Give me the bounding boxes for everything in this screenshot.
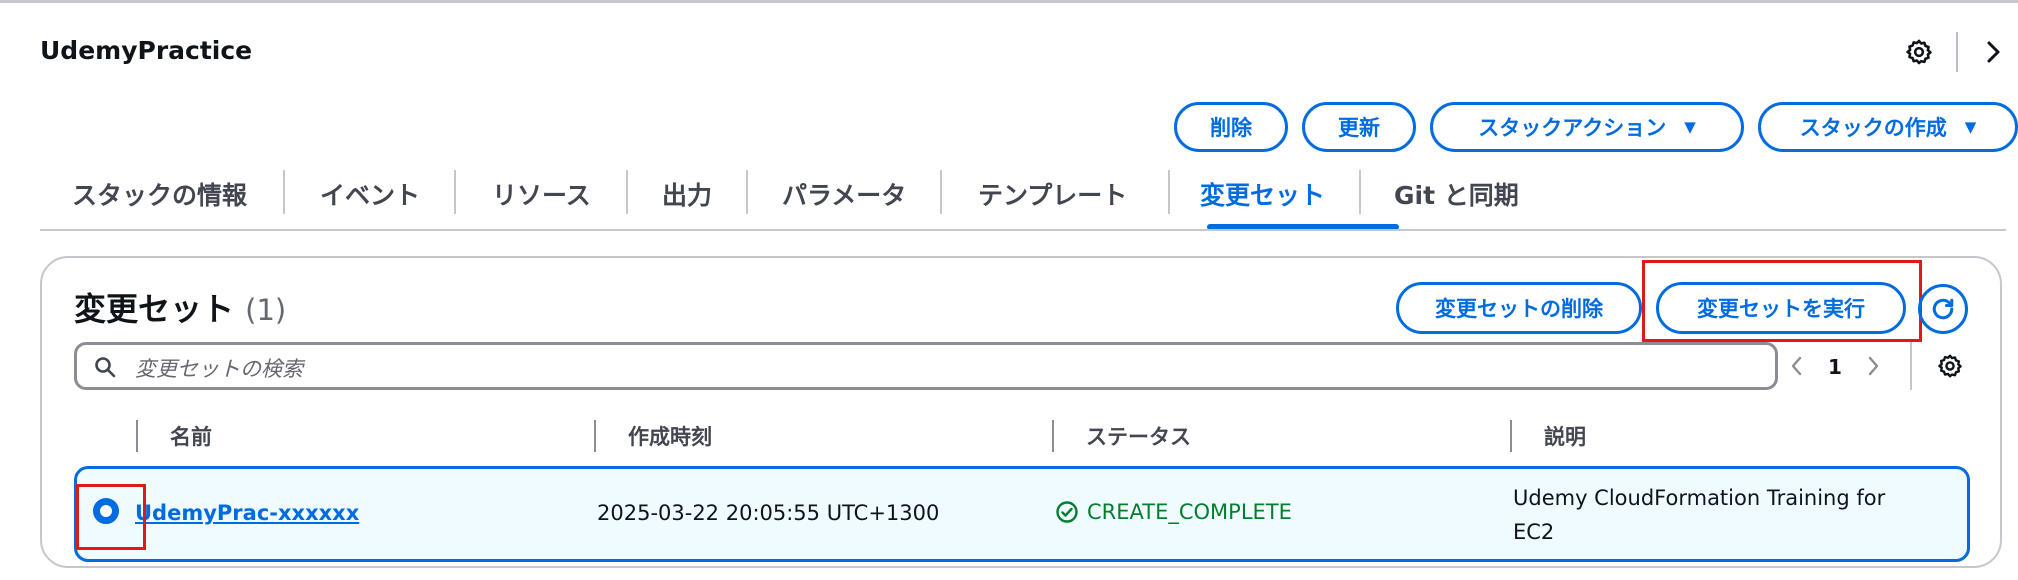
caret-down-icon: ▼ xyxy=(1684,118,1696,136)
column-divider[interactable] xyxy=(1510,420,1512,452)
tab-divider xyxy=(626,170,628,214)
created-time: 2025-03-22 20:05:55 UTC+1300 xyxy=(597,501,940,525)
row-select-radio[interactable] xyxy=(93,498,119,524)
tab-divider xyxy=(940,170,942,214)
delete-stack-button[interactable]: 削除 xyxy=(1174,102,1288,152)
tab-events[interactable]: イベント xyxy=(320,168,420,220)
column-divider[interactable] xyxy=(594,420,596,452)
column-header-name[interactable]: 名前 xyxy=(170,418,212,456)
search-icon xyxy=(95,357,116,378)
create-stack-label: スタックの作成 xyxy=(1799,116,1947,140)
tab-divider xyxy=(454,170,456,214)
tab-divider xyxy=(746,170,748,214)
gear-icon[interactable] xyxy=(1903,36,1935,68)
status-badge: CREATE_COMPLETE xyxy=(1055,500,1292,524)
update-stack-button[interactable]: 更新 xyxy=(1302,102,1416,152)
divider xyxy=(1910,342,1912,390)
column-divider[interactable] xyxy=(1052,420,1054,452)
tab-template[interactable]: テンプレート xyxy=(978,168,1127,220)
caret-down-icon: ▼ xyxy=(1964,118,1977,136)
tab-parameters[interactable]: パラメータ xyxy=(782,168,906,220)
column-header-status[interactable]: ステータス xyxy=(1086,418,1191,456)
tabs-divider xyxy=(40,229,2006,231)
execute-change-set-button[interactable]: 変更セットを実行 xyxy=(1656,282,1906,334)
column-header-created[interactable]: 作成時刻 xyxy=(628,418,712,456)
change-set-count: (1) xyxy=(245,293,287,327)
change-sets-panel: 変更セット (1) 変更セットの削除 変更セットを実行 変更セットの検索 1 名… xyxy=(40,256,2002,568)
top-border xyxy=(0,0,2018,3)
page-number[interactable]: 1 xyxy=(1820,350,1850,384)
tab-divider xyxy=(283,170,285,214)
chevron-right-icon[interactable] xyxy=(1978,34,2008,70)
create-stack-dropdown[interactable]: スタックの作成 ▼ xyxy=(1758,102,2018,152)
column-divider xyxy=(136,420,138,452)
panel-title: 変更セット (1) xyxy=(74,284,286,330)
search-input[interactable]: 変更セットの検索 xyxy=(74,342,1778,390)
panel-title-text: 変更セット xyxy=(74,290,235,328)
tab-change-sets[interactable]: 変更セット xyxy=(1200,168,1325,220)
stack-actions-label: スタックアクション xyxy=(1478,116,1667,140)
refresh-icon xyxy=(1932,298,1954,320)
tab-divider xyxy=(1359,170,1361,214)
tab-resources[interactable]: リソース xyxy=(492,168,591,220)
column-header-description[interactable]: 説明 xyxy=(1544,418,1586,456)
stack-actions-dropdown[interactable]: スタックアクション ▼ xyxy=(1430,102,1744,152)
divider xyxy=(1956,32,1958,72)
stack-tabs: スタックの情報 イベント リソース 出力 パラメータ テンプレート 変更セット … xyxy=(40,168,2006,230)
gear-icon[interactable] xyxy=(1932,348,1968,384)
tab-git-sync[interactable]: Git と同期 xyxy=(1394,168,1519,220)
tab-outputs[interactable]: 出力 xyxy=(662,168,712,220)
delete-change-set-button[interactable]: 変更セットの削除 xyxy=(1396,282,1642,334)
chevron-right-icon[interactable] xyxy=(1858,348,1888,384)
tab-divider xyxy=(1168,170,1170,214)
status-text: CREATE_COMPLETE xyxy=(1087,500,1292,524)
search-placeholder: 変更セットの検索 xyxy=(135,357,303,381)
stack-title: UdemyPractice xyxy=(40,36,253,65)
table-row[interactable]: UdemyPrac-xxxxxx 2025-03-22 20:05:55 UTC… xyxy=(74,466,1970,562)
tab-stack-info[interactable]: スタックの情報 xyxy=(72,168,247,220)
description-text: Udemy CloudFormation Training for EC2 xyxy=(1513,486,1886,544)
chevron-left-icon[interactable] xyxy=(1782,348,1812,384)
status-success-icon xyxy=(1056,501,1078,523)
refresh-button[interactable] xyxy=(1918,284,1968,334)
change-set-name-link[interactable]: UdemyPrac-xxxxxx xyxy=(135,501,359,525)
